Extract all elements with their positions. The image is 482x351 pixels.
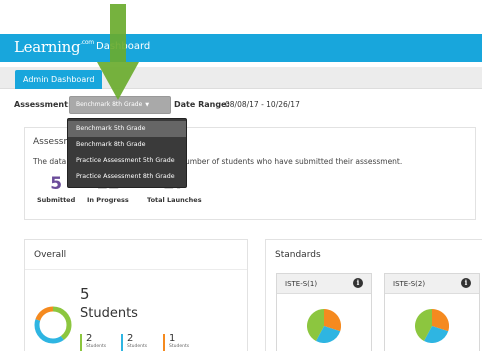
- breakdown-orange: 1 Students: [163, 334, 189, 351]
- standards-card-title: Standards: [275, 250, 321, 260]
- arrow-shape: [97, 4, 139, 100]
- logo-text: Learning: [14, 38, 81, 56]
- breakdown-value: 1: [169, 333, 176, 344]
- breakdown-label: Students: [127, 344, 148, 349]
- breakdown-green: 2 Students: [80, 334, 106, 351]
- dropdown-option[interactable]: Practice Assessment 5th Grade: [68, 153, 186, 169]
- dropdown-option[interactable]: Practice Assessment 8th Grade: [68, 169, 186, 185]
- overall-card-title: Overall: [34, 250, 67, 260]
- breakdown-label: Students: [169, 344, 190, 349]
- description-end: number of students who have submitted th…: [180, 157, 403, 166]
- standard-label: ISTE-S(2): [393, 280, 426, 288]
- standard-card-iste-s1[interactable]: ISTE-S(1) i: [276, 273, 372, 351]
- filter-row: Assessment: Benchmark 8th Grade ▼ Date Ra…: [14, 96, 474, 114]
- logo-sup: .com: [80, 39, 94, 46]
- breakdown-value: 2: [86, 333, 93, 344]
- pie-chart-icon: [307, 309, 341, 343]
- assessment-dropdown-menu: Benchmark 5th Grade Benchmark 8th Grade …: [67, 118, 187, 188]
- tab-bar: Admin Dashboard: [0, 67, 482, 89]
- standard-card-header: ISTE-S(2) i: [385, 274, 479, 294]
- stat-label: Total Launches: [147, 196, 202, 204]
- info-icon[interactable]: i: [353, 278, 363, 288]
- breakdown-blue: 2 Students: [121, 334, 147, 351]
- dropdown-option[interactable]: Benchmark 5th Grade: [68, 121, 186, 137]
- overall-student-label: Students: [80, 306, 138, 321]
- logo[interactable]: Learning.com: [14, 38, 94, 56]
- standard-label: ISTE-S(1): [285, 280, 318, 288]
- date-range-label: Date Range:: [174, 100, 230, 109]
- standards-card: Standards ISTE-S(1) i ISTE-S(2) i: [265, 239, 482, 351]
- caret-down-icon: ▼: [145, 102, 150, 108]
- breakdown-label: Students: [86, 344, 107, 349]
- assessment-label: Assessment:: [14, 100, 72, 109]
- dropdown-option[interactable]: Benchmark 8th Grade: [68, 137, 186, 153]
- stat-label: In Progress: [87, 196, 129, 204]
- arrow-down-icon: [97, 4, 139, 100]
- divider: [25, 269, 247, 270]
- assessment-selected-value: Benchmark 8th Grade: [76, 101, 143, 108]
- pie-chart-icon: [415, 309, 449, 343]
- tab-admin-dashboard[interactable]: Admin Dashboard: [15, 70, 103, 89]
- overall-card: Overall 5 Students 2 Students 2 Students…: [24, 239, 248, 351]
- standard-card-header: ISTE-S(1) i: [277, 274, 371, 294]
- info-icon[interactable]: i: [461, 278, 471, 288]
- standard-card-iste-s2[interactable]: ISTE-S(2) i: [384, 273, 480, 351]
- breakdown-value: 2: [127, 333, 134, 344]
- overall-student-count: 5: [80, 285, 90, 303]
- stat-label: Submitted: [37, 196, 76, 204]
- donut-chart-icon: [34, 306, 72, 344]
- description-start: The data: [33, 157, 67, 166]
- date-range-value: 08/08/17 - 10/26/17: [225, 100, 300, 109]
- top-nav-bar: Learning.com Dashboard: [0, 34, 482, 62]
